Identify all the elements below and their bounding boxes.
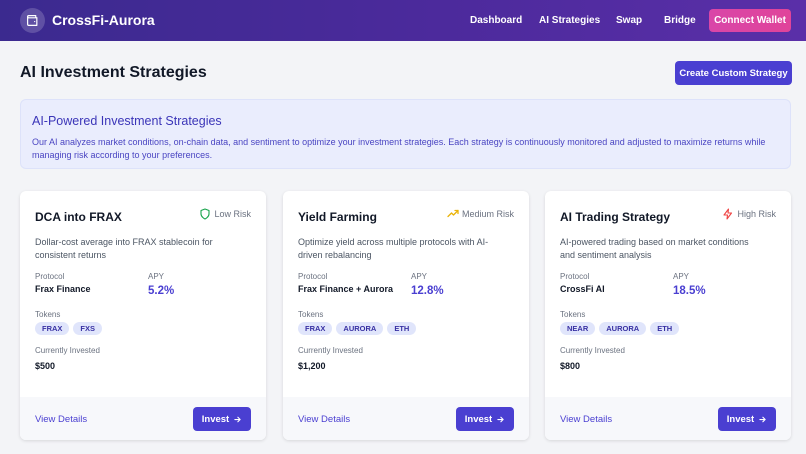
card-description: AI-powered trading based on market condi… bbox=[560, 237, 749, 260]
page-title: AI Investment Strategies bbox=[20, 64, 207, 81]
card-description: Dollar-cost average into FRAX stablecoin… bbox=[35, 237, 213, 260]
card-footer: View Details Invest bbox=[545, 397, 791, 440]
top-nav: CrossFi-Aurora Dashboard AI Strategies S… bbox=[0, 0, 806, 41]
token-chip: AURORA bbox=[599, 322, 647, 335]
view-details-link[interactable]: View Details bbox=[298, 414, 350, 425]
tokens-label: Tokens bbox=[35, 310, 61, 319]
token-chip: NEAR bbox=[560, 322, 596, 335]
invested-label: Currently Invested bbox=[35, 346, 100, 355]
invest-button[interactable]: Invest bbox=[193, 407, 251, 431]
protocol-label: Protocol bbox=[560, 272, 590, 281]
arrow-right-icon bbox=[234, 416, 241, 422]
token-chip: ETH bbox=[387, 322, 417, 335]
protocol-label: Protocol bbox=[35, 272, 65, 281]
connect-wallet-button[interactable]: Connect Wallet bbox=[709, 9, 791, 32]
apy-label: APY bbox=[148, 272, 165, 281]
nav-link-ai-strategies[interactable]: AI Strategies bbox=[539, 15, 600, 26]
invest-label: Invest bbox=[201, 413, 230, 425]
brand-name[interactable]: CrossFi-Aurora bbox=[52, 12, 155, 28]
risk-label: Medium Risk bbox=[461, 209, 514, 219]
view-details-link[interactable]: View Details bbox=[35, 414, 87, 425]
strategy-card: DCA into FRAX Low Risk Dollar-cost avera… bbox=[20, 191, 266, 440]
wallet-logo-icon[interactable] bbox=[20, 8, 45, 33]
apy-label: APY bbox=[673, 272, 690, 281]
strategy-card: Yield Farming Medium Risk Optimize yield… bbox=[283, 191, 529, 440]
risk-label: High Risk bbox=[737, 209, 776, 219]
risk-badge: High Risk bbox=[722, 208, 776, 220]
card-footer: View Details Invest bbox=[20, 397, 266, 440]
invested-value: $1,200 bbox=[298, 361, 326, 371]
view-details-link[interactable]: View Details bbox=[560, 414, 612, 425]
token-list: FRAX AURORA ETH bbox=[298, 322, 417, 335]
arrow-right-icon bbox=[497, 416, 504, 422]
trending-up-icon bbox=[447, 209, 459, 218]
invest-button[interactable]: Invest bbox=[456, 407, 514, 431]
invested-value: $800 bbox=[560, 361, 581, 371]
info-banner: AI-Powered Investment Strategies Our AI … bbox=[20, 99, 791, 169]
lightning-icon bbox=[723, 208, 733, 220]
card-title: AI Trading Strategy bbox=[560, 210, 671, 224]
risk-badge: Low Risk bbox=[199, 208, 251, 220]
protocol-label: Protocol bbox=[298, 272, 328, 281]
token-chip: ETH bbox=[650, 322, 680, 335]
nav-link-dashboard[interactable]: Dashboard bbox=[470, 15, 522, 26]
token-chip: FXS bbox=[73, 322, 103, 335]
card-title: DCA into FRAX bbox=[35, 210, 122, 224]
card-footer: View Details Invest bbox=[283, 397, 529, 440]
card-description: Optimize yield across multiple protocols… bbox=[298, 237, 489, 260]
invested-label: Currently Invested bbox=[560, 346, 625, 355]
arrow-right-icon bbox=[759, 416, 766, 422]
protocol-value: Frax Finance + Aurora bbox=[298, 284, 393, 294]
token-chip: AURORA bbox=[336, 322, 384, 335]
protocol-value: Frax Finance bbox=[35, 284, 91, 294]
apy-label: APY bbox=[411, 272, 428, 281]
tokens-label: Tokens bbox=[560, 310, 586, 319]
protocol-value: CrossFi AI bbox=[560, 284, 605, 294]
tokens-label: Tokens bbox=[298, 310, 324, 319]
token-chip: FRAX bbox=[35, 322, 70, 335]
info-text: Our AI analyzes market conditions, on-ch… bbox=[32, 137, 766, 160]
invest-label: Invest bbox=[464, 413, 493, 425]
invested-value: $500 bbox=[35, 361, 56, 371]
risk-label: Low Risk bbox=[214, 209, 251, 219]
invest-label: Invest bbox=[726, 413, 755, 425]
shield-icon bbox=[200, 208, 211, 220]
token-list: FRAX FXS bbox=[35, 322, 103, 335]
nav-link-bridge[interactable]: Bridge bbox=[664, 15, 696, 26]
invested-label: Currently Invested bbox=[298, 346, 363, 355]
risk-badge: Medium Risk bbox=[447, 208, 514, 220]
apy-value: 5.2% bbox=[148, 285, 175, 297]
invest-button[interactable]: Invest bbox=[718, 407, 776, 431]
info-title: AI-Powered Investment Strategies bbox=[32, 114, 222, 128]
card-title: Yield Farming bbox=[298, 210, 377, 224]
apy-value: 12.8% bbox=[411, 285, 444, 297]
nav-link-swap[interactable]: Swap bbox=[616, 15, 642, 26]
strategy-card: AI Trading Strategy High Risk AI-powered… bbox=[545, 191, 791, 440]
apy-value: 18.5% bbox=[673, 285, 706, 297]
token-chip: FRAX bbox=[298, 322, 333, 335]
token-list: NEAR AURORA ETH bbox=[560, 322, 680, 335]
create-custom-strategy-button[interactable]: Create Custom Strategy bbox=[675, 61, 792, 85]
